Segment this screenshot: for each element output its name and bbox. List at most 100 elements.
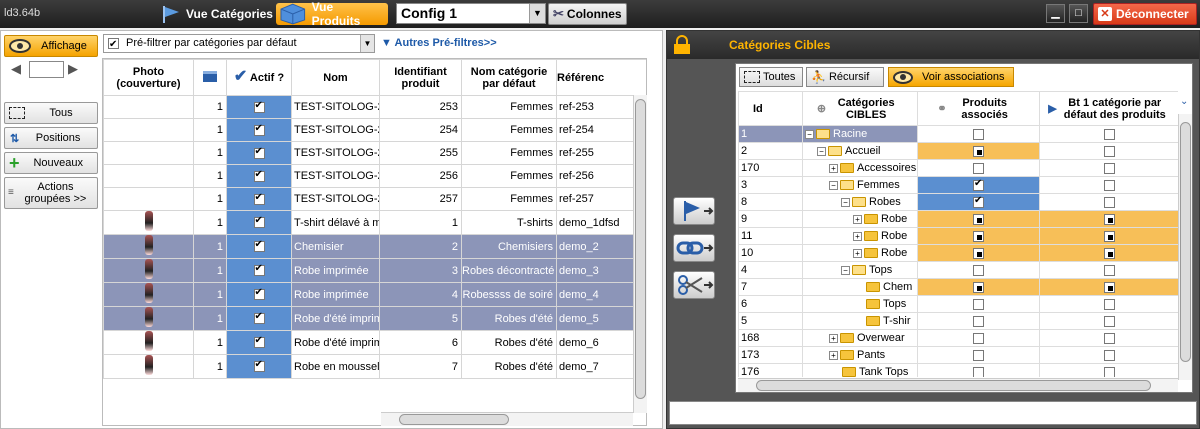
- col-position[interactable]: [193, 59, 227, 96]
- expand-icon[interactable]: +: [853, 231, 862, 241]
- toutes-button[interactable]: Toutes: [739, 67, 803, 87]
- collapse-icon[interactable]: −: [841, 265, 850, 275]
- chevron-down-icon[interactable]: ⌄: [1180, 96, 1188, 107]
- assoc-checkbox[interactable]: [1103, 366, 1115, 377]
- actif-cell[interactable]: [226, 210, 292, 235]
- assoc-checkbox[interactable]: [973, 230, 984, 242]
- assoc-checkbox[interactable]: [973, 298, 984, 310]
- expand-icon[interactable]: +: [829, 350, 838, 360]
- actif-checkbox[interactable]: [253, 123, 265, 136]
- tree-row[interactable]: 10 + Robe: [738, 244, 1178, 262]
- position-input[interactable]: [29, 61, 64, 78]
- products-hscroll[interactable]: [381, 412, 633, 426]
- col-ref[interactable]: Référenc: [556, 59, 646, 96]
- tree-row[interactable]: 176 Tank Tops: [738, 363, 1178, 377]
- position-stepper[interactable]: ◀ ▶: [11, 61, 81, 79]
- col-bt[interactable]: ▶ Bt 1 catégorie par défaut des produits: [1039, 91, 1178, 126]
- table-row[interactable]: 1TEST-SITOLOG-2255Femmesref-255: [103, 141, 646, 165]
- recursif-button[interactable]: ⛹ Récursif: [806, 67, 884, 87]
- col-actif[interactable]: ✔ Actif ?: [226, 59, 292, 96]
- table-row[interactable]: 1Robe imprimée3Robes décontractédemo_3: [103, 258, 646, 283]
- assoc-checkbox[interactable]: [973, 332, 984, 344]
- table-row[interactable]: 1TEST-SITOLOG-2253Femmesref-253: [103, 95, 646, 119]
- collapse-icon[interactable]: −: [841, 197, 850, 207]
- config-select[interactable]: Config 1 ▼: [396, 3, 546, 24]
- actif-checkbox[interactable]: [253, 146, 265, 159]
- assoc-checkbox[interactable]: [1103, 264, 1115, 276]
- expand-icon[interactable]: +: [853, 214, 862, 224]
- bt-cell[interactable]: [1039, 227, 1178, 245]
- bt-cell[interactable]: [1039, 210, 1178, 228]
- expand-icon[interactable]: +: [829, 163, 838, 173]
- col-cat-name[interactable]: ⊕ Catégories CIBLES: [802, 91, 918, 126]
- assign-default-button[interactable]: [673, 197, 715, 225]
- dissociate-button[interactable]: [673, 271, 715, 299]
- assoc-checkbox[interactable]: [973, 195, 984, 208]
- table-row[interactable]: 1TEST-SITOLOG-2256Femmesref-256: [103, 164, 646, 188]
- col-assoc[interactable]: ⚭ Produits associés: [917, 91, 1040, 126]
- assoc-cell[interactable]: [917, 125, 1040, 143]
- assoc-checkbox[interactable]: [973, 315, 984, 327]
- assoc-checkbox[interactable]: [1103, 179, 1115, 191]
- associate-button[interactable]: [673, 234, 715, 262]
- col-id[interactable]: Identifiant produit: [379, 59, 462, 96]
- vue-categories-button[interactable]: Vue Catégories: [156, 3, 277, 25]
- assoc-checkbox[interactable]: [1103, 196, 1115, 208]
- bt-cell[interactable]: [1039, 244, 1178, 262]
- actif-cell[interactable]: [226, 95, 292, 119]
- assoc-cell[interactable]: [917, 261, 1040, 279]
- tous-button[interactable]: Tous: [4, 102, 98, 124]
- bt-cell[interactable]: [1039, 142, 1178, 160]
- table-row[interactable]: 1Robe d'été imprime5Robes d'étédemo_5: [103, 306, 646, 331]
- actions-groupees-button[interactable]: ≡ Actions groupées >>: [4, 177, 98, 209]
- actif-cell[interactable]: [226, 282, 292, 307]
- tree-row[interactable]: 9 + Robe: [738, 210, 1178, 228]
- actif-checkbox[interactable]: [253, 239, 265, 253]
- assoc-checkbox[interactable]: [973, 128, 984, 140]
- actif-checkbox[interactable]: [253, 100, 265, 113]
- assoc-checkbox[interactable]: [1103, 332, 1115, 344]
- disconnect-button[interactable]: ✕ Déconnecter: [1093, 3, 1197, 25]
- autres-prefiltres-link[interactable]: ▼ Autres Pré-filtres>>: [381, 37, 497, 49]
- tree-row[interactable]: 5 T-shir: [738, 312, 1178, 330]
- assoc-cell[interactable]: [917, 193, 1040, 211]
- actif-cell[interactable]: [226, 354, 292, 379]
- bt-cell[interactable]: [1039, 295, 1178, 313]
- table-row[interactable]: 1Robe d'été imprime6Robes d'étédemo_6: [103, 330, 646, 355]
- colonnes-button[interactable]: ✂ Colonnes: [548, 3, 627, 25]
- minimize-icon[interactable]: ▁: [1046, 4, 1065, 23]
- assoc-checkbox[interactable]: [1103, 315, 1115, 327]
- arrow-right-icon[interactable]: ▶: [68, 61, 78, 77]
- col-cat[interactable]: Nom catégorie par défaut: [461, 59, 557, 96]
- actif-cell[interactable]: [226, 164, 292, 188]
- table-row[interactable]: 1Chemisier2Chemisiersdemo_2: [103, 234, 646, 259]
- assoc-cell[interactable]: [917, 312, 1040, 330]
- bt-cell[interactable]: [1039, 193, 1178, 211]
- positions-button[interactable]: ⇅ Positions: [4, 127, 98, 149]
- actif-checkbox[interactable]: [253, 335, 265, 349]
- assoc-checkbox[interactable]: [973, 281, 984, 293]
- assoc-cell[interactable]: [917, 210, 1040, 228]
- assoc-cell[interactable]: [917, 346, 1040, 364]
- actif-cell[interactable]: [226, 330, 292, 355]
- tree-row[interactable]: 2− Accueil: [738, 142, 1178, 160]
- assoc-checkbox[interactable]: [973, 162, 984, 174]
- assoc-cell[interactable]: [917, 329, 1040, 347]
- actif-cell[interactable]: [226, 187, 292, 211]
- tree-row[interactable]: 8− Robes: [738, 193, 1178, 211]
- actif-cell[interactable]: [226, 258, 292, 283]
- assoc-checkbox[interactable]: [973, 213, 984, 225]
- maximize-icon[interactable]: □: [1069, 4, 1088, 23]
- bt-cell[interactable]: [1039, 329, 1178, 347]
- bt-cell[interactable]: [1039, 363, 1178, 377]
- assoc-checkbox[interactable]: [1103, 281, 1115, 293]
- assoc-cell[interactable]: [917, 176, 1040, 194]
- assoc-checkbox[interactable]: [973, 349, 984, 361]
- assoc-cell[interactable]: [917, 278, 1040, 296]
- assoc-checkbox[interactable]: [973, 366, 984, 377]
- actif-checkbox[interactable]: [253, 215, 265, 229]
- actif-cell[interactable]: [226, 306, 292, 331]
- table-row[interactable]: 1TEST-SITOLOG-2254Femmesref-254: [103, 118, 646, 142]
- assoc-cell[interactable]: [917, 244, 1040, 262]
- actif-checkbox[interactable]: [253, 359, 265, 373]
